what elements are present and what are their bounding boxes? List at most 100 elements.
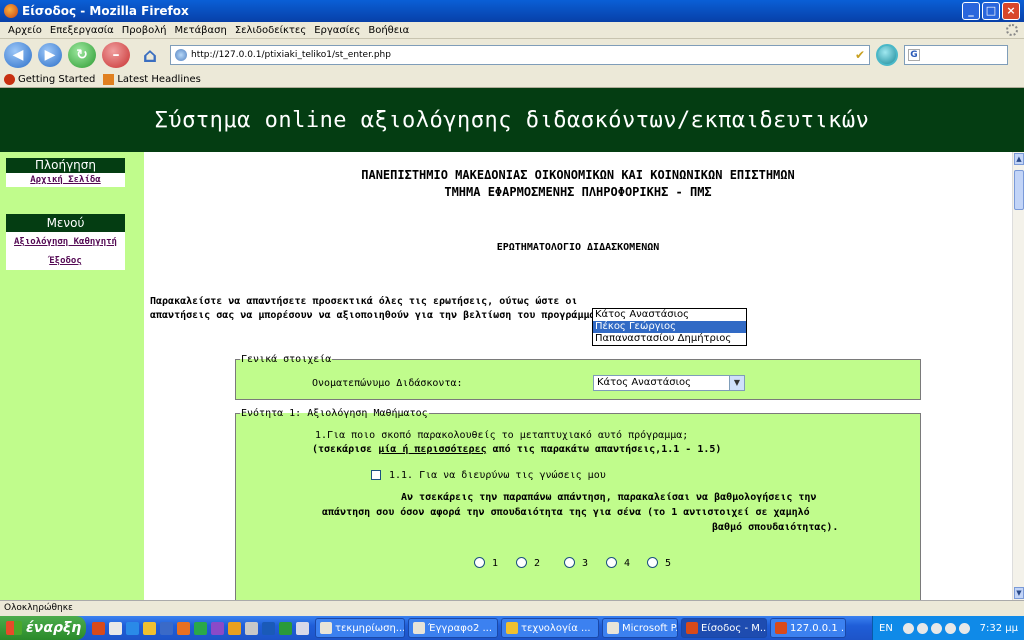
sidebar-link-evaluate[interactable]: Αξιολόγηση Καθηγητή <box>6 232 125 252</box>
firefox-icon <box>686 622 698 634</box>
teacher-option[interactable]: Κάτος Αναστάσιος <box>593 309 746 321</box>
go-button[interactable] <box>876 44 898 66</box>
teacher-option[interactable]: Παπαναστασίου Δημήτριος <box>593 333 746 345</box>
general-fieldset: Γενικά στοιχεία Ονοματεπώνυμο Διδάσκοντα… <box>235 354 921 400</box>
start-button[interactable]: έναρξη <box>0 616 86 640</box>
menu-block: Μενού Αξιολόγηση Καθηγητή Έξοδος <box>6 214 125 270</box>
rate-instructions-3: βαθμό σπουδαιότητας). <box>712 522 839 533</box>
maximize-button[interactable]: □ <box>982 2 1000 20</box>
sidebar-link-logout[interactable]: Έξοδος <box>6 252 125 270</box>
teacher-option-highlighted[interactable]: Πέκος Γεώργιος <box>593 321 746 333</box>
sidebar: Πλοήγηση Αρχική Σελίδα Μενού Αξιολόγηση … <box>0 152 144 600</box>
bookmark-icon <box>4 73 15 85</box>
status-bar: Ολοκληρώθηκε <box>0 600 1024 616</box>
taskbar-item[interactable]: τεκμηρίωση... <box>315 618 405 638</box>
tray-icon[interactable] <box>930 622 942 634</box>
volume-icon[interactable] <box>958 622 970 634</box>
rate-instructions-1: Αν τσεκάρεις την παραπάνω απάντηση, παρα… <box>401 492 817 503</box>
rating-radio-1[interactable] <box>474 557 485 568</box>
folder-icon[interactable] <box>143 621 156 635</box>
firefox-icon <box>4 4 18 18</box>
stop-button[interactable]: – <box>102 42 130 68</box>
minimize-button[interactable]: _ <box>962 2 980 20</box>
scroll-down-icon[interactable]: ▼ <box>1014 587 1024 599</box>
app-icon[interactable] <box>279 621 292 635</box>
excel-icon[interactable] <box>194 621 207 635</box>
forward-button[interactable]: ▶ <box>38 43 62 67</box>
rating-label-4: 4 <box>624 558 631 569</box>
search-input[interactable]: G <box>904 45 1008 65</box>
language-indicator[interactable]: EN <box>879 623 893 634</box>
address-bar[interactable]: http://127.0.0.1/ptixiaki_teliko1/st_ent… <box>170 45 870 65</box>
close-button[interactable]: × <box>1002 2 1020 20</box>
question-1: 1.Για ποιο σκοπό παρακολουθείς το μεταπτ… <box>315 430 689 441</box>
general-legend: Γενικά στοιχεία <box>241 354 332 365</box>
question-1-hint: (τσεκάρισε μία ή περισσότερες από τις πα… <box>312 444 722 455</box>
home-button[interactable]: ⌂ <box>136 42 164 68</box>
menu-bar: Αρχείο Επεξεργασία Προβολή Μετάβαση Σελι… <box>0 22 1024 39</box>
ie-icon[interactable] <box>126 621 139 635</box>
rating-label-5: 5 <box>665 558 672 569</box>
university-title: ΠΑΝΕΠΙΣΤΗΜΙΟ ΜΑΚΕΔΟΝΙΑΣ ΟΙΚΟΝΟΜΙΚΩΝ ΚΑΙ … <box>361 168 795 182</box>
taskbar: έναρξη τεκμηρίωση... Έγγραφο2 ... τεχνολ… <box>0 616 1024 640</box>
reload-button[interactable]: ↻ <box>68 42 96 68</box>
vertical-scrollbar[interactable]: ▲ ▼ <box>1012 152 1024 600</box>
window-icon <box>320 622 332 634</box>
menu-bookmarks[interactable]: Σελιδοδείκτες <box>231 25 310 36</box>
window-titlebar: Είσοδος - Mozilla Firefox _ □ × <box>0 0 1024 22</box>
menu-go[interactable]: Μετάβαση <box>171 25 231 36</box>
window-title: Είσοδος - Mozilla Firefox <box>22 4 189 18</box>
form-title: ΕΡΩΤΗΜΑΤΟΛΟΓΙΟ ΔΙΔΑΣΚΟΜΕΝΩΝ <box>496 242 660 253</box>
bookmark-latest-headlines[interactable]: Latest Headlines <box>103 73 201 85</box>
app-icon[interactable] <box>262 621 275 635</box>
tray-icon[interactable] <box>944 622 956 634</box>
nav-block: Πλοήγηση Αρχική Σελίδα <box>6 158 125 187</box>
bookmark-getting-started[interactable]: Getting Started <box>4 73 95 85</box>
main-pane: ΠΑΝΕΠΙΣΤΗΜΙΟ ΜΑΚΕΔΟΝΙΑΣ ΟΙΚΟΝΟΜΙΚΩΝ ΚΑΙ … <box>144 152 1012 600</box>
unit1-fieldset: Ενότητα 1: Αξιολόγηση Μαθήματος 1.Για πο… <box>235 408 921 600</box>
app-icon[interactable] <box>296 621 309 635</box>
rating-radio-2[interactable] <box>516 557 527 568</box>
dropmarker-icon[interactable]: ✔ <box>855 48 865 62</box>
menu-view[interactable]: Προβολή <box>118 25 171 36</box>
tray-icon[interactable] <box>916 622 928 634</box>
window-icon <box>413 622 425 634</box>
page-content: Σύστημα online αξιολόγησης διδασκόντων/ε… <box>0 88 1024 600</box>
media-icon[interactable] <box>177 621 190 635</box>
scroll-thumb[interactable] <box>1014 170 1024 210</box>
option-1-1-checkbox[interactable] <box>371 470 381 480</box>
back-button[interactable]: ◀ <box>4 42 32 68</box>
app-icon[interactable] <box>228 621 241 635</box>
firefox-icon[interactable] <box>92 621 105 635</box>
navigation-toolbar: ◀ ▶ ↻ – ⌂ http://127.0.0.1/ptixiaki_teli… <box>0 39 1024 71</box>
chevron-down-icon[interactable]: ▼ <box>729 376 744 390</box>
google-icon: G <box>908 49 920 61</box>
word-icon[interactable] <box>160 621 173 635</box>
instructions-line-1: Παρακαλείστε να απαντήσετε προσεκτικά όλ… <box>150 296 578 307</box>
unit1-legend: Ενότητα 1: Αξιολόγηση Μαθήματος <box>241 408 428 419</box>
scroll-up-icon[interactable]: ▲ <box>1014 153 1024 165</box>
rating-radio-3[interactable] <box>564 557 575 568</box>
taskbar-item[interactable]: 127.0.0.1 ... <box>770 618 846 638</box>
bookmarks-toolbar: Getting Started Latest Headlines <box>0 71 1024 88</box>
menu-edit[interactable]: Επεξεργασία <box>46 25 118 36</box>
taskbar-item-active[interactable]: Είσοδος - M... <box>681 618 767 638</box>
folder-icon <box>506 622 518 634</box>
menu-file[interactable]: Αρχείο <box>4 25 46 36</box>
taskbar-item[interactable]: Microsoft P... <box>602 618 678 638</box>
app-icon[interactable] <box>245 621 258 635</box>
rating-radio-5[interactable] <box>647 557 658 568</box>
rss-icon <box>103 73 115 85</box>
menu-tools[interactable]: Εργασίες <box>310 25 364 36</box>
taskbar-item[interactable]: Έγγραφο2 ... <box>408 618 498 638</box>
taskbar-item[interactable]: τεχνολογία ... <box>501 618 599 638</box>
desktop-icon[interactable] <box>109 621 122 635</box>
department-title: ΤΜΗΜΑ ΕΦΑΡΜΟΣΜΕΝΗΣ ΠΛΗΡΟΦΟΡΙΚΗΣ - ΠΜΣ <box>444 185 712 199</box>
sidebar-link-home[interactable]: Αρχική Σελίδα <box>6 173 125 187</box>
menu-help[interactable]: Βοήθεια <box>364 25 413 36</box>
rating-radio-4[interactable] <box>606 557 617 568</box>
app-icon[interactable] <box>211 621 224 635</box>
menu-heading: Μενού <box>6 214 125 232</box>
teacher-select[interactable]: Κάτος Αναστάσιος ▼ <box>593 375 745 391</box>
tray-icon[interactable] <box>902 622 914 634</box>
